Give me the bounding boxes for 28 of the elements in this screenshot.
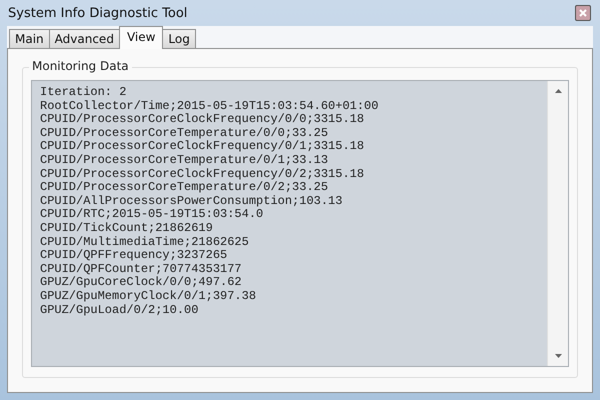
log-line: CPUID/ProcessorCoreClockFrequency/0/0;3315.18 [40, 113, 366, 127]
scroll-up-icon[interactable] [554, 89, 562, 93]
tab[interactable]: View [118, 26, 164, 49]
log-line: CPUID/ProcessorCoreTemperature/0/1;33.13 [40, 154, 330, 168]
scroll-down-icon[interactable] [554, 354, 562, 358]
log-line: GPUZ/GpuCoreClock/0/0;497.62 [40, 276, 243, 290]
tab[interactable]: Advanced [48, 29, 120, 48]
tab[interactable]: Main [9, 29, 50, 48]
close-icon [578, 8, 588, 18]
scrollbar[interactable] [547, 81, 568, 366]
log-line: GPUZ/GpuMemoryClock/0/1;397.38 [40, 290, 258, 304]
log-line: CPUID/RTC;2015-05-19T15:03:54.0 [40, 208, 264, 222]
log-line: CPUID/TickCount;21862619 [40, 222, 214, 236]
log-line: CPUID/MultimediaTime;21862625 [40, 236, 250, 249]
close-button[interactable] [575, 5, 591, 21]
log-line: Iteration: 2 [40, 86, 128, 100]
window-title: System Info Diagnostic Tool [8, 6, 188, 20]
log-line: CPUID/QPFFrequency;3237265 [40, 249, 228, 263]
log-line: RootCollector/Time;2015-05-19T15:03:54.60+01:00 [40, 100, 380, 113]
log-line: CPUID/QPFCounter;70774353177 [40, 262, 243, 276]
tab[interactable]: Log [162, 29, 196, 48]
group-title: Monitoring Data [29, 59, 132, 73]
log-line: CPUID/AllProcessorsPowerConsumption;103.13 [40, 194, 344, 208]
log-line: CPUID/ProcessorCoreTemperature/0/2;33.25 [40, 181, 330, 195]
log-line: CPUID/ProcessorCoreClockFrequency/0/1;3315.18 [40, 140, 366, 154]
log-line: GPUZ/GpuLoad/0/2;10.00 [40, 304, 200, 318]
log-line: CPUID/ProcessorCoreClockFrequency/0/2;3315.18 [40, 168, 366, 181]
log-line: CPUID/ProcessorCoreTemperature/0/0;33.25 [40, 126, 330, 140]
